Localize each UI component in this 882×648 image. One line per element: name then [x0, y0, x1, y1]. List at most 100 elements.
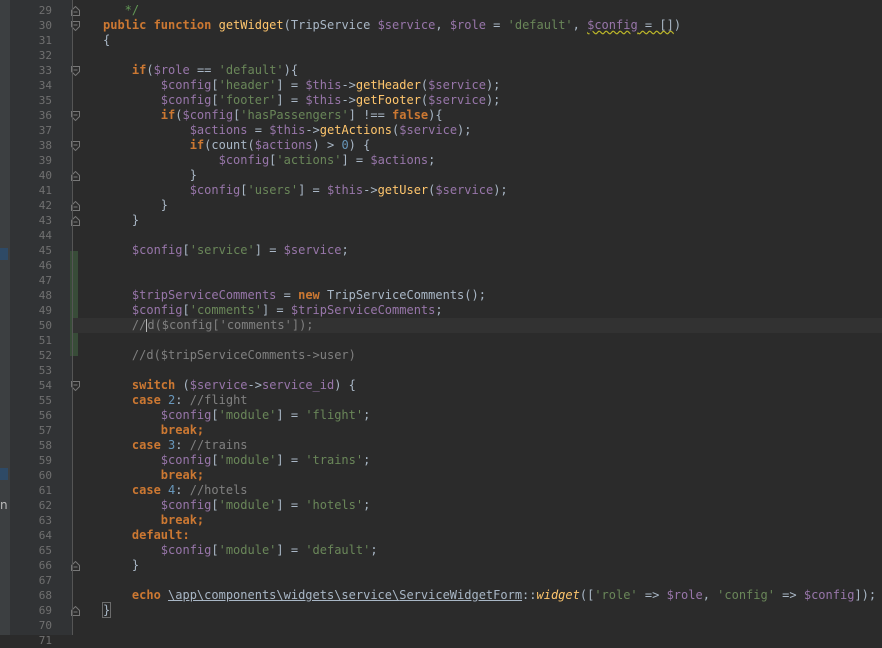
code-line[interactable]: break; [73, 423, 882, 438]
line-number: 39 [38, 154, 52, 167]
code-text: if(count($actions) > 0) { [103, 138, 371, 153]
code-token: 'config' [717, 588, 775, 602]
code-line[interactable]: //d($config['comments']); [73, 318, 882, 333]
code-token: [ [211, 408, 219, 422]
code-line[interactable]: } [73, 558, 882, 573]
code-token: $tripServiceComments [290, 303, 436, 317]
code-line[interactable] [73, 618, 882, 633]
code-token: ] = [276, 498, 306, 512]
code-line[interactable] [73, 273, 882, 288]
code-line[interactable]: case 3: //trains [73, 438, 882, 453]
code-line[interactable]: $actions = $this->getActions($service); [73, 123, 882, 138]
code-token: ; [363, 408, 371, 422]
code-line[interactable]: if($role == 'default'){ [73, 63, 882, 78]
code-line[interactable] [73, 633, 882, 648]
code-token: } [103, 558, 140, 572]
code-token: ] = [276, 93, 306, 107]
code-line[interactable] [73, 363, 882, 378]
code-line[interactable] [73, 333, 882, 348]
code-text: //d($tripServiceComments->user) [103, 348, 356, 363]
code-token: [ [211, 453, 219, 467]
code-line[interactable]: switch ($service->service_id) { [73, 378, 882, 393]
code-line[interactable]: $config['service'] = $service; [73, 243, 882, 258]
code-line[interactable]: $tripServiceComments = new TripServiceCo… [73, 288, 882, 303]
code-token: new [298, 288, 327, 302]
line-number: 40 [38, 169, 52, 182]
code-token: $config [160, 453, 212, 467]
code-line[interactable]: $config['footer'] = $this->getFooter($se… [73, 93, 882, 108]
code-token: 'hasPassengers' [240, 108, 349, 122]
code-token: -> [363, 183, 378, 197]
code-line[interactable]: case 4: //hotels [73, 483, 882, 498]
code-line[interactable] [73, 228, 882, 243]
code-token: case [131, 483, 169, 497]
code-line[interactable]: public function getWidget(TripService $s… [73, 18, 882, 33]
code-token: = [] [637, 18, 674, 32]
code-token: false [392, 108, 429, 122]
line-number: 41 [38, 184, 52, 197]
code-line[interactable]: */ [73, 3, 882, 18]
code-line[interactable]: } [73, 198, 882, 213]
code-token: ) > [312, 138, 342, 152]
code-token: [ [211, 93, 219, 107]
editor-gutter[interactable]: 29 30 31 32 33 34 35 36 37 38 39 40 41 42 43 44 45 46 47 48… [10, 0, 80, 647]
code-token: //flight [189, 393, 248, 407]
code-text: $config['actions'] = $actions; [103, 153, 436, 168]
code-line[interactable]: break; [73, 468, 882, 483]
code-text: $config['comments'] = $tripServiceCommen… [103, 303, 443, 318]
line-number: 54 [38, 379, 52, 392]
code-line[interactable]: } [73, 602, 882, 618]
code-line[interactable]: $config['users'] = $this->getUser($servi… [73, 183, 882, 198]
code-token: d($config['comments']); [147, 318, 314, 332]
code-token: switch [131, 378, 183, 392]
code-line[interactable] [73, 573, 882, 588]
code-token: getWidget [218, 18, 284, 32]
code-line[interactable]: default: [73, 528, 882, 543]
code-line[interactable]: case 2: //flight [73, 393, 882, 408]
line-number: 48 [38, 289, 52, 302]
code-line[interactable]: if($config['hasPassengers'] !== false){ [73, 108, 882, 123]
line-number: 51 [38, 334, 52, 347]
code-text: $config['header'] = $this->getHeader($se… [103, 78, 501, 93]
code-text: if($role == 'default'){ [103, 63, 298, 78]
code-line[interactable]: $config['module'] = 'flight'; [73, 408, 882, 423]
code-line[interactable]: } [73, 213, 882, 228]
panel-marker [0, 248, 8, 260]
code-line[interactable]: $config['header'] = $this->getHeader($se… [73, 78, 882, 93]
code-line[interactable]: } [73, 168, 882, 183]
code-line[interactable]: $config['comments'] = $tripServiceCommen… [73, 303, 882, 318]
code-text: echo \app\components\widgets\service\Ser… [103, 588, 876, 603]
code-token: case [131, 393, 169, 407]
code-line[interactable]: echo \app\components\widgets\service\Ser… [73, 588, 882, 603]
code-editor[interactable]: */public function getWidget(TripService … [73, 0, 882, 635]
line-number: 55 [38, 394, 52, 407]
line-number: 36 [38, 109, 52, 122]
code-token: , [572, 18, 588, 32]
line-number: 66 [38, 559, 52, 572]
code-line[interactable]: if(count($actions) > 0) { [73, 138, 882, 153]
code-line[interactable] [73, 258, 882, 273]
code-line[interactable]: $config['module'] = 'default'; [73, 543, 882, 558]
code-line[interactable]: //d($tripServiceComments->user) [73, 348, 882, 363]
line-number: 60 [38, 469, 52, 482]
code-token: $service [283, 243, 342, 257]
code-line[interactable]: $config['module'] = 'hotels'; [73, 498, 882, 513]
code-token: ]); [854, 588, 877, 602]
code-token: ] = [341, 153, 371, 167]
code-token: ); [457, 123, 472, 137]
code-token: ] = [276, 543, 306, 557]
code-token: function [153, 18, 219, 32]
code-token: 'module' [218, 408, 277, 422]
code-line[interactable] [73, 48, 882, 63]
code-token: ] = [276, 78, 306, 92]
code-line[interactable]: $config['module'] = 'trains'; [73, 453, 882, 468]
code-line[interactable]: { [73, 33, 882, 48]
code-line[interactable]: $config['actions'] = $actions; [73, 153, 882, 168]
code-line[interactable]: break; [73, 513, 882, 528]
